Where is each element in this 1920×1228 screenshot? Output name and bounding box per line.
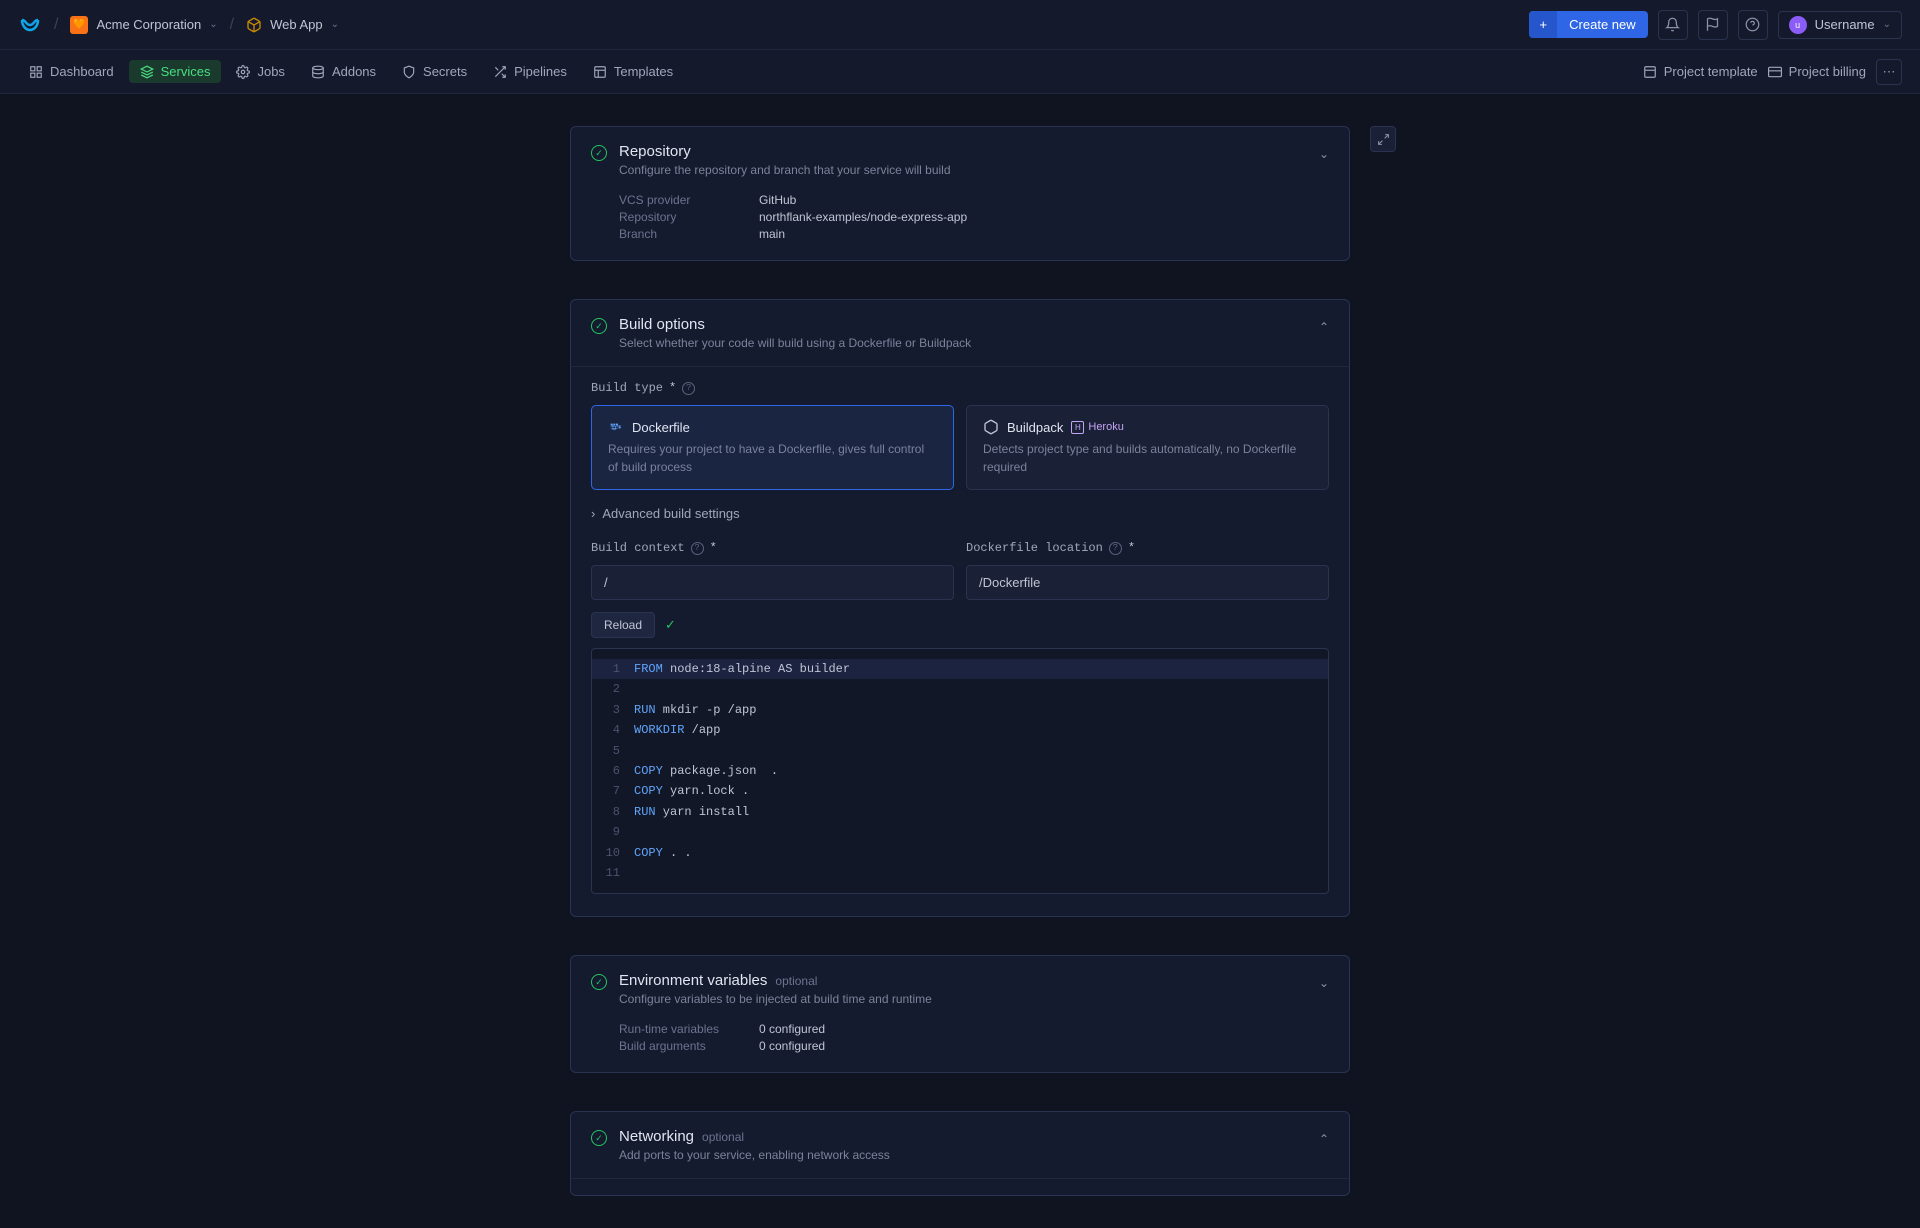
more-menu-button[interactable]: ⋯ — [1876, 59, 1902, 85]
chevron-up-icon: ⌃ — [1319, 320, 1329, 334]
heroku-badge: H Heroku — [1071, 421, 1123, 434]
panel-description: Configure variables to be injected at bu… — [619, 992, 1307, 1006]
docker-icon — [608, 419, 624, 435]
build-options-panel-header[interactable]: ✓ Build options Select whether your code… — [571, 300, 1349, 366]
check-icon: ✓ — [665, 617, 676, 633]
pipelines-icon — [493, 65, 507, 79]
help-icon[interactable]: ? — [682, 382, 695, 395]
chevron-down-icon: ⌄ — [209, 19, 217, 30]
project-template-link[interactable]: Project template — [1643, 64, 1758, 79]
cube-icon — [246, 17, 262, 33]
chevron-right-icon: › — [591, 506, 595, 521]
nav-templates[interactable]: Templates — [582, 60, 684, 83]
chevron-down-icon: ⌄ — [331, 19, 339, 30]
secrets-icon — [402, 65, 416, 79]
logo-icon[interactable] — [18, 13, 42, 37]
nav-pipelines[interactable]: Pipelines — [482, 60, 578, 83]
dockerfile-location-input[interactable] — [966, 565, 1329, 600]
nav-dashboard[interactable]: Dashboard — [18, 60, 125, 83]
user-menu[interactable]: u Username ⌄ — [1778, 11, 1902, 39]
buildpack-option[interactable]: Buildpack H Heroku Detects project type … — [966, 405, 1329, 490]
panel-title: Environment variables optional — [619, 972, 1307, 989]
org-badge-icon: 🧡 — [70, 16, 88, 34]
status-complete-icon: ✓ — [591, 1130, 607, 1146]
chevron-down-icon: ⌄ — [1319, 976, 1329, 990]
panel-title: Networking optional — [619, 1128, 1307, 1145]
reload-button[interactable]: Reload — [591, 612, 655, 638]
build-type-label: Build type * ? — [591, 381, 1329, 395]
nav-jobs[interactable]: Jobs — [225, 60, 295, 83]
project-billing-link[interactable]: Project billing — [1768, 64, 1866, 79]
repository-panel-header[interactable]: ✓ Repository Configure the repository an… — [571, 127, 1349, 193]
panel-description: Select whether your code will build usin… — [619, 336, 1307, 350]
templates-icon — [593, 65, 607, 79]
billing-icon — [1768, 65, 1782, 79]
activity-button[interactable] — [1698, 10, 1728, 40]
create-new-button[interactable]: + Create new — [1529, 11, 1647, 38]
dockerfile-location-label: Dockerfile location ? * — [966, 541, 1329, 555]
build-context-label: Build context ? * — [591, 541, 954, 555]
status-complete-icon: ✓ — [591, 145, 607, 161]
project-name: Web App — [270, 17, 323, 32]
build-options-panel: ✓ Build options Select whether your code… — [570, 299, 1350, 917]
advanced-build-settings-link[interactable]: › Advanced build settings — [591, 504, 1329, 523]
username: Username — [1815, 17, 1875, 32]
nav-bar: Dashboard Services Jobs Addons Secrets P… — [0, 50, 1920, 94]
panel-description: Configure the repository and branch that… — [619, 163, 1307, 177]
breadcrumb-divider: / — [230, 16, 234, 34]
nav-addons[interactable]: Addons — [300, 60, 387, 83]
env-vars-panel-header[interactable]: ✓ Environment variables optional Configu… — [571, 956, 1349, 1022]
meta-row: Run-time variables 0 configured — [619, 1022, 1329, 1036]
chevron-down-icon: ⌄ — [1319, 147, 1329, 161]
status-complete-icon: ✓ — [591, 974, 607, 990]
services-icon — [140, 65, 154, 79]
panel-title: Repository — [619, 143, 1307, 160]
chevron-up-icon: ⌃ — [1319, 1132, 1329, 1146]
dockerfile-editor[interactable]: 1FROM node:18-alpine AS builder23RUN mkd… — [591, 648, 1329, 894]
expand-button[interactable] — [1370, 126, 1396, 152]
breadcrumb-divider: / — [54, 16, 58, 34]
dockerfile-option[interactable]: Dockerfile Requires your project to have… — [591, 405, 954, 490]
status-complete-icon: ✓ — [591, 318, 607, 334]
nav-secrets[interactable]: Secrets — [391, 60, 478, 83]
user-avatar: u — [1789, 16, 1807, 34]
org-selector[interactable]: 🧡 Acme Corporation ⌄ — [70, 16, 217, 34]
template-icon — [1643, 65, 1657, 79]
repository-panel: ✓ Repository Configure the repository an… — [570, 126, 1350, 261]
meta-row: Repository northflank-examples/node-expr… — [619, 210, 1329, 224]
top-header: / 🧡 Acme Corporation ⌄ / Web App ⌄ + Cre… — [0, 0, 1920, 50]
package-icon — [983, 419, 999, 435]
panel-title: Build options — [619, 316, 1307, 333]
jobs-icon — [236, 65, 250, 79]
meta-row: Build arguments 0 configured — [619, 1039, 1329, 1053]
chevron-down-icon: ⌄ — [1883, 19, 1891, 30]
help-button[interactable] — [1738, 10, 1768, 40]
meta-row: VCS provider GitHub — [619, 193, 1329, 207]
networking-panel: ✓ Networking optional Add ports to your … — [570, 1111, 1350, 1196]
build-context-input[interactable] — [591, 565, 954, 600]
project-selector[interactable]: Web App ⌄ — [246, 17, 339, 33]
env-vars-panel: ✓ Environment variables optional Configu… — [570, 955, 1350, 1073]
help-icon[interactable]: ? — [1109, 542, 1122, 555]
dashboard-icon — [29, 65, 43, 79]
panel-description: Add ports to your service, enabling netw… — [619, 1148, 1307, 1162]
org-name: Acme Corporation — [96, 17, 201, 32]
meta-row: Branch main — [619, 227, 1329, 241]
notifications-button[interactable] — [1658, 10, 1688, 40]
networking-panel-header[interactable]: ✓ Networking optional Add ports to your … — [571, 1112, 1349, 1178]
addons-icon — [311, 65, 325, 79]
nav-services[interactable]: Services — [129, 60, 222, 83]
help-icon[interactable]: ? — [691, 542, 704, 555]
plus-icon: + — [1529, 11, 1557, 38]
